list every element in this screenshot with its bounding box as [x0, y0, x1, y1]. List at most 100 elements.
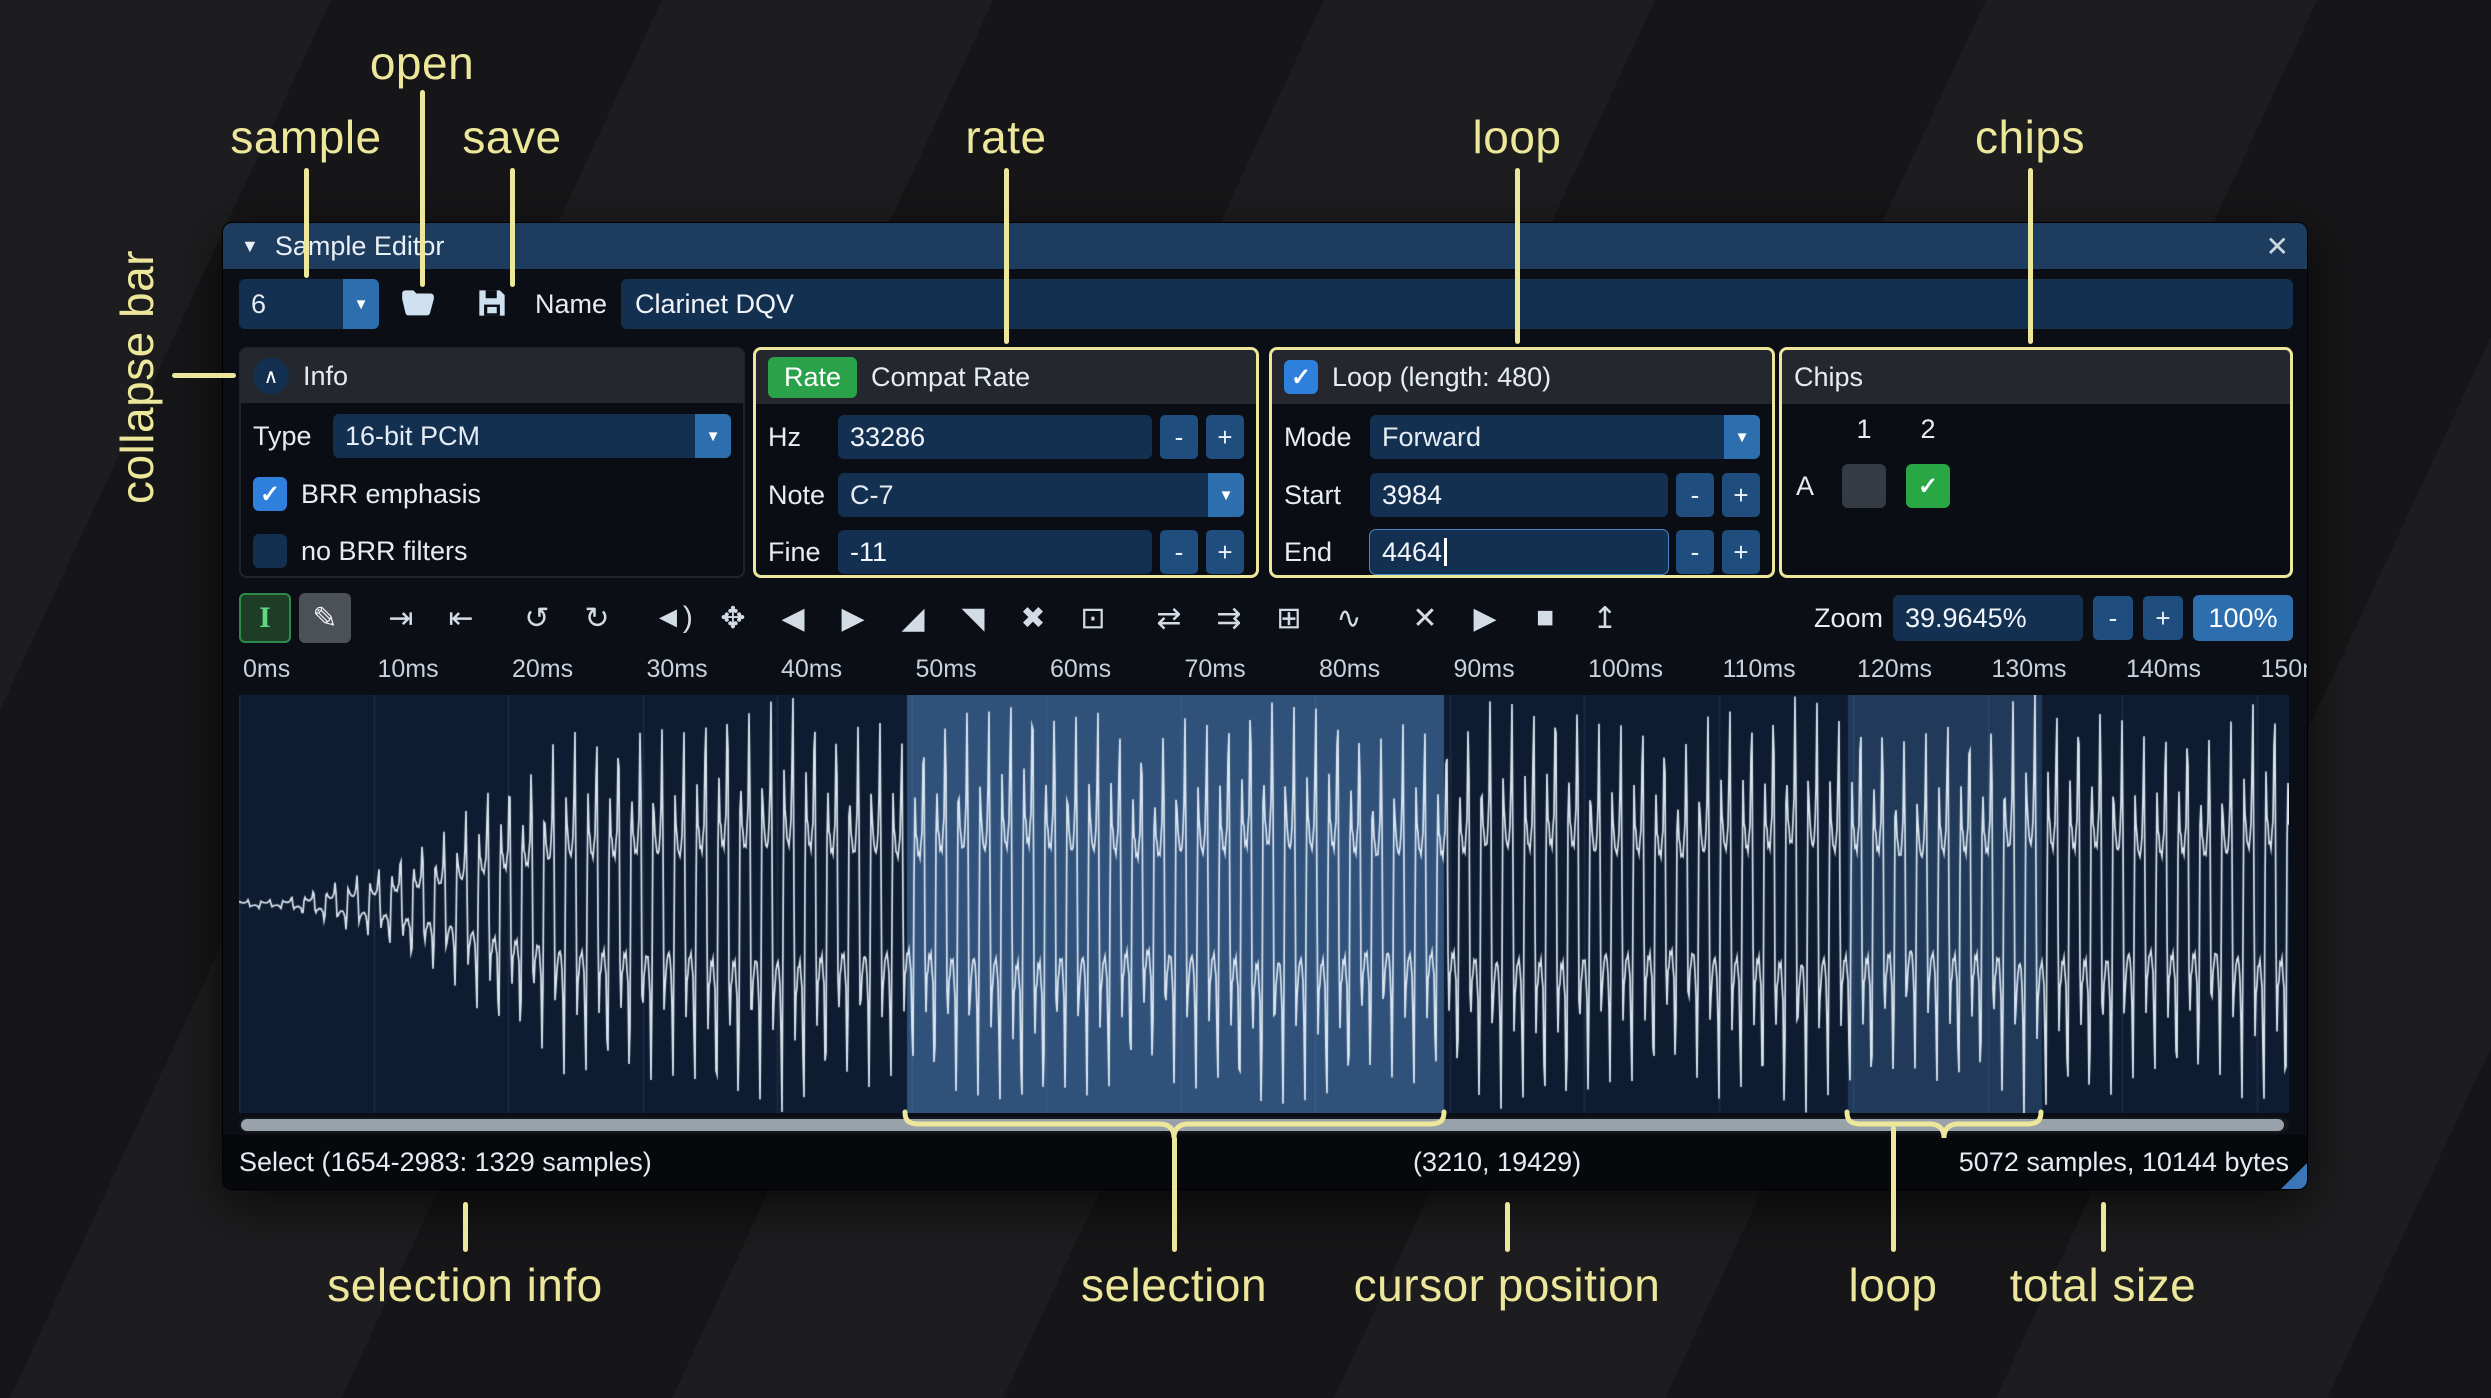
- no-brr-filters-checkbox[interactable]: [253, 534, 287, 568]
- redo-button[interactable]: ↻: [571, 593, 623, 643]
- annotation-cursor-position: cursor position: [1353, 1259, 1661, 1311]
- note-combo[interactable]: C-7 ▼: [838, 473, 1244, 517]
- sample-row: 6 ▼ Name Clarinet DQV: [223, 277, 2307, 331]
- open-button[interactable]: [395, 280, 441, 326]
- sample-number-combo[interactable]: 6 ▼: [239, 279, 379, 329]
- chip-1-checkbox[interactable]: [1842, 464, 1886, 508]
- select-mode-button[interactable]: I: [239, 593, 291, 643]
- chevron-down-icon[interactable]: ▼: [1208, 473, 1244, 517]
- stop-preview-button[interactable]: ■: [1519, 593, 1571, 643]
- flip-button[interactable]: ⇄: [1143, 593, 1195, 643]
- marker-start-button[interactable]: ⇥: [375, 593, 427, 643]
- scrollbar-handle[interactable]: [241, 1119, 2284, 1131]
- chevron-down-icon[interactable]: ▼: [695, 414, 731, 458]
- marker-end-button[interactable]: ⇤: [435, 593, 487, 643]
- zoom-input[interactable]: 39.9645%: [1893, 595, 2083, 641]
- annotation-line: [420, 90, 425, 287]
- delete-button[interactable]: ✖: [1007, 593, 1059, 643]
- forward-button[interactable]: ▶: [827, 593, 879, 643]
- flip-icon: ⇄: [1156, 601, 1182, 635]
- draw-mode-icon: ✎: [312, 601, 338, 635]
- zoom-in-button[interactable]: +: [2143, 596, 2183, 640]
- zoom-label: Zoom: [1813, 602, 1883, 633]
- rate-panel: Rate Compat Rate Hz 33286 - + Note C-7 ▼: [753, 347, 1259, 578]
- timeline-ruler: 0ms 10ms 20ms 30ms 40ms 50ms 60ms 70ms 80ms 90ms 1…: [239, 647, 2307, 693]
- play-preview-button[interactable]: ▶: [1459, 593, 1511, 643]
- cursor-position-text: (3210, 19429): [1413, 1147, 1582, 1177]
- loop-start-input[interactable]: 3984: [1370, 473, 1668, 517]
- resize-button[interactable]: ✥: [707, 593, 759, 643]
- name-input[interactable]: Clarinet DQV: [621, 279, 2293, 329]
- chevron-down-icon[interactable]: ▼: [1724, 415, 1760, 459]
- filter-icon: ∿: [1336, 601, 1362, 635]
- annotation-sample: sample: [230, 111, 382, 163]
- fade-in-button[interactable]: ◢: [887, 593, 939, 643]
- reverse-button[interactable]: ◀: [767, 593, 819, 643]
- adjust-button[interactable]: ⊞: [1263, 593, 1315, 643]
- insert-button[interactable]: ⇉: [1203, 593, 1255, 643]
- trim-button[interactable]: ⊡: [1067, 593, 1119, 643]
- chevron-down-icon[interactable]: ▼: [343, 279, 379, 329]
- timeline-label: 60ms: [1050, 655, 1112, 683]
- loop-end-input[interactable]: 4464: [1369, 529, 1669, 575]
- total-size-text: 5072 samples, 10144 bytes: [1958, 1147, 2289, 1177]
- timeline-label: 150ms: [2260, 655, 2308, 683]
- titlebar[interactable]: ▼ Sample Editor ✕: [223, 223, 2307, 269]
- tab-compat-rate[interactable]: Compat Rate: [871, 362, 1030, 393]
- type-label: Type: [253, 420, 312, 451]
- collapse-bar-button[interactable]: ∧: [253, 358, 289, 394]
- annotation-line: [463, 1202, 468, 1252]
- close-icon[interactable]: ✕: [2266, 230, 2289, 263]
- save-button[interactable]: [469, 280, 515, 326]
- annotation-line: [1515, 168, 1520, 344]
- waveform-scrollbar[interactable]: [239, 1117, 2289, 1133]
- hz-minus-button[interactable]: -: [1160, 415, 1198, 459]
- background: sample open save rate loop chips collaps…: [0, 0, 2491, 1398]
- fine-label: Fine: [768, 536, 821, 567]
- fine-plus-button[interactable]: +: [1206, 530, 1244, 574]
- draw-mode-button[interactable]: ✎: [299, 593, 351, 643]
- timeline-label: 90ms: [1453, 655, 1515, 683]
- fade-out-icon: ◥: [961, 601, 985, 635]
- brr-emphasis-label: BRR emphasis: [301, 478, 482, 509]
- loop-start-minus-button[interactable]: -: [1676, 473, 1714, 517]
- play-preview-icon: ▶: [1473, 601, 1497, 635]
- loop-start-plus-button[interactable]: +: [1722, 473, 1760, 517]
- hz-plus-button[interactable]: +: [1206, 415, 1244, 459]
- tab-rate[interactable]: Rate: [768, 356, 858, 398]
- fade-in-icon: ◢: [901, 601, 925, 635]
- timeline-label: 0ms: [243, 655, 291, 683]
- annotation-collapse-bar: collapse bar: [111, 249, 163, 505]
- loop-end-minus-button[interactable]: -: [1676, 530, 1714, 574]
- upload-to-chip-button[interactable]: ↥: [1579, 593, 1631, 643]
- loop-mode-combo[interactable]: Forward ▼: [1370, 415, 1760, 459]
- annotation-selection-info: selection info: [327, 1259, 603, 1311]
- hz-input[interactable]: 33286: [838, 415, 1152, 459]
- zoom-reset-button[interactable]: 100%: [2193, 595, 2293, 641]
- timeline-label: 120ms: [1857, 655, 1933, 683]
- filter-button[interactable]: ∿: [1323, 593, 1375, 643]
- annotation-total-size: total size: [2009, 1259, 2197, 1311]
- zoom-out-button[interactable]: -: [2093, 596, 2133, 640]
- window-collapse-icon[interactable]: ▼: [241, 236, 259, 257]
- loop-end-plus-button[interactable]: +: [1722, 530, 1760, 574]
- window-resize-grip[interactable]: [2281, 1163, 2307, 1189]
- amplify-button[interactable]: ◄): [647, 593, 699, 643]
- brr-emphasis-checkbox[interactable]: ✓: [253, 477, 287, 511]
- waveform-view: [239, 695, 2289, 1113]
- type-combo[interactable]: 16-bit PCM ▼: [333, 414, 731, 458]
- loop-start-label: Start: [1284, 479, 1342, 510]
- fade-out-button[interactable]: ◥: [947, 593, 999, 643]
- timeline-label: 40ms: [781, 655, 843, 683]
- chip-2-checkbox[interactable]: ✓: [1906, 464, 1950, 508]
- timeline-label: 50ms: [915, 655, 977, 683]
- undo-button[interactable]: ↺: [511, 593, 563, 643]
- crossfade-icon: ✕: [1412, 601, 1438, 635]
- toolbar-icon-group: I ✎ ⇥ ⇤ ↺ ↻ ◄) ✥ ◀ ▶ ◢ ◥ ✖ ⊡ ⇄ ⇉ ⊞ ∿ ✕ ▶ ■ ↥: [239, 593, 1639, 643]
- crossfade-button[interactable]: ✕: [1399, 593, 1451, 643]
- annotation-line: [2028, 168, 2033, 344]
- waveform-canvas[interactable]: [239, 695, 2289, 1113]
- fine-input[interactable]: -11: [838, 530, 1152, 574]
- fine-minus-button[interactable]: -: [1160, 530, 1198, 574]
- loop-enable-checkbox[interactable]: ✓: [1284, 360, 1318, 394]
